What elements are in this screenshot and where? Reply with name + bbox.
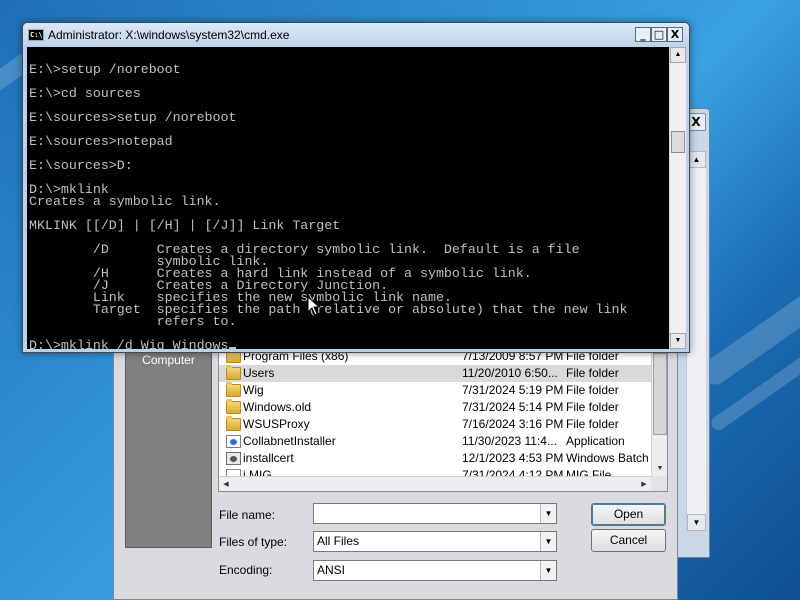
console-line: Creates a symbolic link.	[29, 194, 221, 209]
scroll-down-arrow-icon[interactable]: ▼	[687, 514, 706, 531]
file-name: CollabnetInstaller	[243, 434, 336, 448]
file-type: Application	[566, 434, 625, 448]
chevron-down-icon[interactable]: ▼	[540, 532, 556, 551]
file-date: 11/20/2010 6:50...	[462, 366, 558, 380]
console-output[interactable]: E:\>setup /noreboot E:\>cd sources E:\so…	[27, 47, 669, 349]
chevron-down-icon[interactable]: ▼	[540, 504, 556, 523]
scroll-right-arrow-icon[interactable]: ▶	[637, 477, 651, 491]
scroll-down-arrow-icon[interactable]: ▼	[652, 462, 667, 476]
files-of-type-value: All Files	[317, 534, 360, 548]
scrollbar-thumb[interactable]	[653, 353, 667, 435]
file-name: WSUSProxy	[243, 417, 310, 431]
file-list[interactable]: Program Files (x86) 7/13/2009 8:57 PM Fi…	[218, 340, 668, 492]
application-icon	[226, 435, 241, 448]
console-line: E:\sources>D:	[29, 158, 133, 173]
list-item-selected[interactable]: Users 11/20/2010 6:50... File folder	[219, 365, 651, 382]
console-line: E:\sources>notepad	[29, 134, 173, 149]
list-item[interactable]: CollabnetInstaller 11/30/2023 11:4... Ap…	[219, 433, 651, 450]
file-name: Windows.old	[243, 400, 312, 414]
mouse-pointer-icon	[307, 296, 321, 316]
close-button[interactable]: X	[667, 27, 683, 42]
console-line: E:\>setup /noreboot	[29, 62, 181, 77]
folder-icon	[226, 416, 241, 431]
console-lines: E:\>setup /noreboot E:\>cd sources E:\so…	[29, 52, 669, 349]
cmd-title-bar[interactable]: C:\ Administrator: X:\windows\system32\c…	[23, 23, 689, 47]
file-name-label: File name:	[219, 508, 276, 522]
encoding-label: Encoding:	[219, 563, 273, 577]
file-name-combobox[interactable]: ▼	[313, 503, 557, 524]
list-item[interactable]: Windows.old 7/31/2024 5:14 PM File folde…	[219, 399, 651, 416]
file-name: Users	[243, 366, 275, 380]
encoding-select[interactable]: ANSI ▼	[313, 560, 557, 581]
file-type: File folder	[566, 366, 619, 380]
cmd-vertical-scrollbar[interactable]: ▲ ▼	[669, 47, 686, 349]
batch-file-icon	[226, 452, 241, 465]
file-type: Windows Batch Fil	[566, 451, 665, 465]
folder-icon	[226, 365, 241, 380]
files-of-type-select[interactable]: All Files ▼	[313, 531, 557, 552]
file-date: 11/30/2023 11:4...	[462, 434, 557, 448]
file-name: installcert	[243, 451, 294, 465]
scroll-left-arrow-icon[interactable]: ◀	[219, 477, 233, 491]
list-item[interactable]: Wig 7/31/2024 5:19 PM File folder	[219, 382, 651, 399]
console-line: MKLINK [[/D] | [/H] | [/J]] Link Target	[29, 218, 341, 233]
command-prompt-icon: C:\	[28, 29, 44, 41]
minimize-button[interactable]: _	[635, 27, 651, 42]
folder-icon	[226, 382, 241, 397]
console-line: E:\>cd sources	[29, 86, 141, 101]
file-date: 7/16/2024 3:16 PM	[462, 417, 564, 431]
open-button[interactable]: Open	[591, 503, 666, 526]
file-type: File folder	[566, 400, 619, 414]
scroll-down-arrow-icon[interactable]: ▼	[670, 333, 686, 349]
file-list-vertical-scrollbar[interactable]: ▲ ▼	[651, 341, 667, 476]
file-name: Wig	[243, 383, 264, 397]
list-item[interactable]: WSUSProxy 7/16/2024 3:16 PM File folder	[219, 416, 651, 433]
console-line: D:\>mklink /d Wig Windows	[29, 339, 669, 349]
cancel-button[interactable]: Cancel	[591, 529, 666, 552]
files-of-type-label: Files of type:	[219, 535, 288, 549]
scrollbar-thumb[interactable]	[671, 131, 685, 153]
text-cursor	[228, 347, 236, 349]
console-line: refers to.	[29, 314, 237, 329]
file-date: 7/31/2024 5:14 PM	[462, 400, 564, 414]
file-date: 12/1/2023 4:53 PM	[462, 451, 564, 465]
file-date: 7/31/2024 5:19 PM	[462, 383, 564, 397]
window-title: Administrator: X:\windows\system32\cmd.e…	[48, 28, 290, 42]
scroll-up-arrow-icon[interactable]: ▲	[670, 47, 686, 63]
file-list-horizontal-scrollbar[interactable]: ◀ ▶	[219, 476, 651, 491]
chevron-down-icon[interactable]: ▼	[540, 561, 556, 580]
encoding-value: ANSI	[317, 563, 346, 577]
file-type: File folder	[566, 383, 619, 397]
places-item-computer[interactable]: Computer	[126, 353, 211, 367]
console-line: E:\sources>setup /noreboot	[29, 110, 237, 125]
folder-icon	[226, 399, 241, 414]
list-item[interactable]: installcert 12/1/2023 4:53 PM Windows Ba…	[219, 450, 665, 467]
maximize-button[interactable]: □	[651, 27, 667, 42]
cmd-window: C:\ Administrator: X:\windows\system32\c…	[22, 22, 690, 353]
file-type: File folder	[566, 417, 619, 431]
scrollbar-corner	[651, 476, 667, 491]
